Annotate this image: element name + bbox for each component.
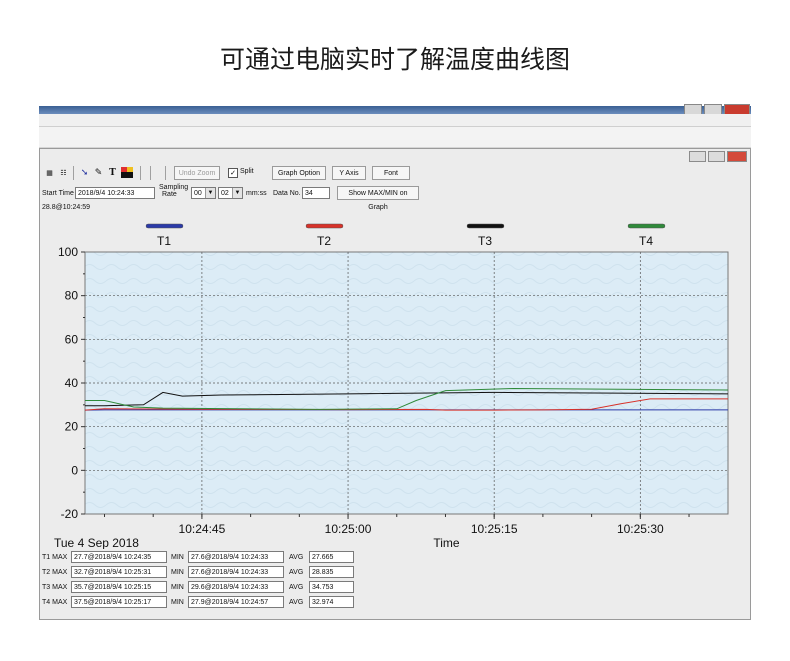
stats-min-field[interactable]: 27.6@2018/9/4 10:24:33 — [188, 566, 284, 578]
y-tick-label: 60 — [65, 332, 79, 346]
undo-zoom-button[interactable]: Undo Zoom — [174, 166, 220, 180]
stats-min-field[interactable]: 27.9@2018/9/4 10:24:57 — [188, 596, 284, 608]
stats-min-label: MIN — [171, 599, 184, 606]
chevron-down-icon[interactable]: ▼ — [205, 188, 215, 198]
toolbar-separator — [165, 166, 166, 180]
stats-avg-field[interactable]: 27.665 — [309, 551, 354, 563]
legend-swatch-t4[interactable] — [627, 223, 666, 229]
stats-name: T1 MAX — [42, 554, 68, 561]
toolbar-separator — [73, 166, 74, 180]
data-no-label: Data No. — [273, 190, 301, 197]
stats-min-label: MIN — [171, 569, 184, 576]
legend-label-t1: T1 — [157, 234, 171, 248]
toolbar-separator — [140, 166, 141, 180]
sampling-rate-label: Sampling Rate — [159, 184, 188, 198]
graph-window: ▦ ☷ ➘ ✎ T Undo Zoom ✓ Split Graph Option… — [39, 148, 751, 620]
stats-name: T3 MAX — [42, 584, 68, 591]
stats-avg-label: AVG — [289, 584, 304, 591]
stats-max-field[interactable]: 27.7@2018/9/4 10:24:35 — [71, 551, 167, 563]
sampling-rate-label-line1: Sampling — [159, 184, 189, 191]
graph-toolbar: ▦ ☷ ➘ ✎ T Undo Zoom ✓ Split Graph Option… — [40, 164, 750, 184]
banner-caption: 可通过电脑实时了解温度曲线图 — [219, 45, 570, 74]
stats-min-field[interactable]: 27.6@2018/9/4 10:24:33 — [188, 551, 284, 563]
stats-avg-label: AVG — [289, 554, 304, 561]
legend-swatch-t1[interactable] — [145, 223, 184, 229]
rate-minutes-select[interactable]: 00 ▼ — [191, 187, 216, 199]
outer-window-titlebar[interactable] — [39, 106, 751, 114]
stats-max-field[interactable]: 37.5@2018/9/4 10:25:17 — [71, 596, 167, 608]
split-checkbox[interactable]: ✓ — [228, 168, 238, 178]
legend-swatch-t2[interactable] — [305, 223, 344, 229]
x-tick-label: 10:25:00 — [325, 522, 372, 536]
legend-label-t3: T3 — [478, 234, 492, 248]
y-tick-label: 0 — [71, 463, 78, 477]
stats-avg-field[interactable]: 34.753 — [309, 581, 354, 593]
maximize-button[interactable] — [708, 151, 725, 162]
rate-minutes-value: 00 — [194, 190, 202, 197]
x-tick-label: 10:25:15 — [471, 522, 518, 536]
pen-tool-icon[interactable]: ✎ — [92, 167, 105, 179]
rate-unit-label: mm:ss — [246, 190, 267, 197]
stats-min-label: MIN — [171, 584, 184, 591]
x-axis-label: Time — [433, 536, 460, 549]
y-tick-label: 100 — [58, 245, 78, 259]
outer-menu-bar — [39, 114, 751, 127]
close-button[interactable] — [727, 151, 747, 162]
grid-view-icon[interactable]: ▦ — [43, 167, 56, 179]
stats-name: T4 MAX — [42, 599, 68, 606]
temperature-graph[interactable]: -20 0 20 40 60 80 100 10:24:45 10:25:00 10:25:15 1… — [40, 204, 752, 549]
y-tick-label: 20 — [65, 420, 79, 434]
y-axis-button[interactable]: Y Axis — [332, 166, 366, 180]
cursor-arrow-icon[interactable]: ➘ — [78, 167, 91, 179]
chevron-down-icon[interactable]: ▼ — [232, 188, 242, 198]
font-button[interactable]: Font — [372, 166, 410, 180]
legend-swatch-t3[interactable] — [466, 223, 505, 229]
legend-label-t4: T4 — [639, 234, 653, 248]
rate-seconds-select[interactable]: 02 ▼ — [218, 187, 243, 199]
rate-seconds-value: 02 — [221, 190, 229, 197]
x-tick-label: 10:25:30 — [617, 522, 664, 536]
legend-label-t2: T2 — [317, 234, 331, 248]
stats-avg-label: AVG — [289, 599, 304, 606]
start-time-label: Start Time — [42, 190, 74, 197]
show-maxmin-button[interactable]: Show MAX/MIN on Graph — [337, 186, 419, 211]
graph-option-button[interactable]: Graph Option — [272, 166, 326, 180]
minimize-button[interactable] — [689, 151, 706, 162]
stats-min-label: MIN — [171, 554, 184, 561]
stats-max-field[interactable]: 35.7@2018/9/4 10:25:15 — [71, 581, 167, 593]
data-no-field[interactable]: 34 — [302, 187, 330, 199]
start-time-field[interactable]: 2018/9/4 10:24:33 — [75, 187, 155, 199]
y-tick-label: -20 — [61, 507, 79, 521]
y-tick-label: 80 — [65, 289, 79, 303]
color-picker-icon[interactable] — [120, 167, 133, 179]
stats-avg-field[interactable]: 32.974 — [309, 596, 354, 608]
stats-name: T2 MAX — [42, 569, 68, 576]
sampling-rate-label-line2: Rate — [162, 191, 177, 198]
outer-toolbar-strip — [39, 127, 751, 148]
stats-avg-label: AVG — [289, 569, 304, 576]
y-tick-label: 40 — [65, 376, 79, 390]
split-label: Split — [240, 168, 254, 175]
stats-min-field[interactable]: 29.6@2018/9/4 10:24:33 — [188, 581, 284, 593]
text-tool-icon[interactable]: T — [106, 167, 119, 179]
toolbar-separator — [150, 166, 151, 180]
x-tick-label: 10:24:45 — [179, 522, 226, 536]
graph-window-controls — [689, 151, 747, 162]
stats-max-field[interactable]: 32.7@2018/9/4 10:25:31 — [71, 566, 167, 578]
date-label: Tue 4 Sep 2018 — [54, 536, 139, 549]
color-swatch-icon — [120, 167, 133, 178]
stats-avg-field[interactable]: 28.835 — [309, 566, 354, 578]
list-view-icon[interactable]: ☷ — [57, 167, 70, 179]
